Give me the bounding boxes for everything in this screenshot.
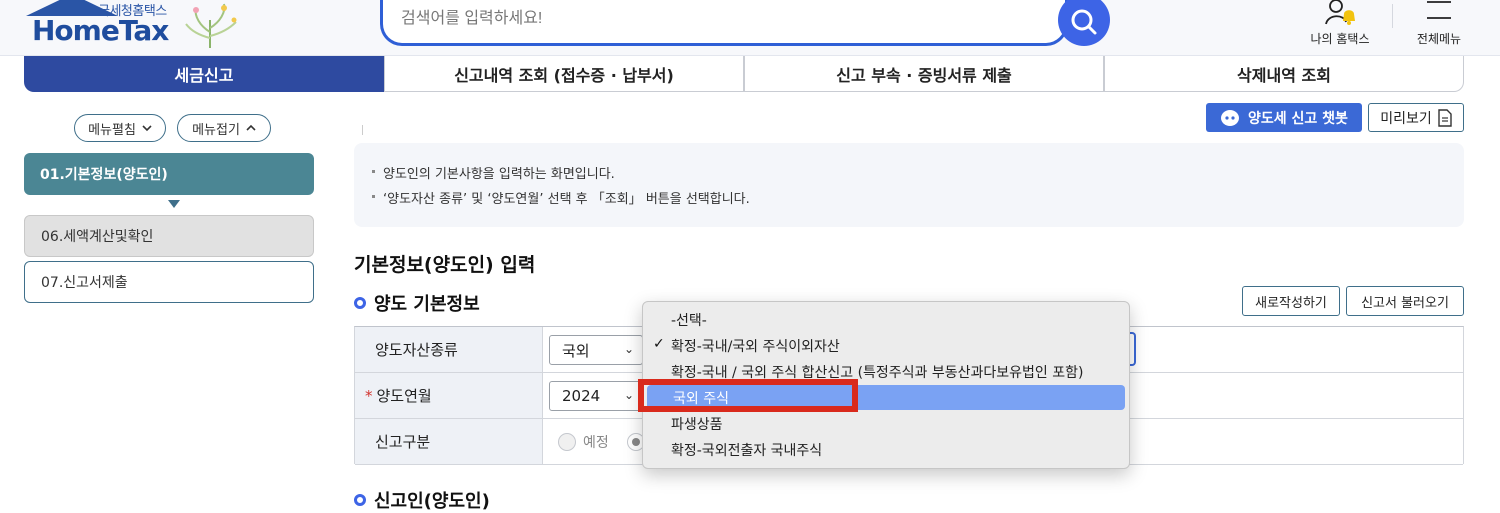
my-hometax-label: 나의 홈택스 — [1310, 32, 1370, 46]
new-write-button[interactable]: 새로작성하기 — [1242, 286, 1340, 316]
chevron-up-icon — [246, 124, 256, 131]
radio-dot — [632, 438, 640, 446]
load-report-button[interactable]: 신고서 불러오기 — [1346, 286, 1464, 316]
all-menu-label: 전체메뉴 — [1416, 32, 1462, 46]
tab-filing-history[interactable]: 신고내역 조회 (접수증 · 납부서) — [384, 56, 744, 92]
preview-button[interactable]: 미리보기 — [1368, 103, 1464, 132]
tab-deleted-history[interactable]: 삭제내역 조회 — [1104, 56, 1464, 92]
preview-label: 미리보기 — [1380, 110, 1432, 127]
bullet-icon — [372, 170, 375, 173]
document-icon — [1438, 108, 1452, 127]
radio-expected-label: 예정 — [583, 435, 609, 451]
my-hometax-button[interactable]: 나의 홈택스 — [1300, 0, 1380, 56]
info-line: ‘양도자산 종류’ 및 ‘양도연월’ 선택 후 「조회」 버튼을 선택합니다. — [372, 188, 750, 207]
subsection-basic-info: 양도 기본정보 — [354, 290, 480, 316]
transfer-month-text: 양도연월 — [376, 387, 432, 405]
asset-type-label: 양도자산종류 — [355, 327, 543, 372]
chevron-down-icon: ⌄ — [623, 388, 634, 402]
dropdown-option[interactable]: -선택- — [645, 307, 1129, 332]
subsection-label: 신고인(양도인) — [374, 491, 490, 512]
dropdown-option[interactable]: ✓ 확정-국내/국외 주식이외자산 — [645, 333, 1129, 358]
logo-title: HomeTax — [32, 14, 169, 47]
menu-collapse-button[interactable]: 메뉴접기 — [177, 114, 271, 142]
section-title: 기본정보(양도인) 입력 — [354, 254, 536, 276]
header-divider — [1392, 4, 1393, 28]
year-select[interactable]: 2024 ⌄ — [549, 381, 643, 411]
user-bell-icon — [1325, 0, 1355, 25]
step-down-arrow-icon — [168, 200, 180, 208]
chatbot-label: 양도세 신고 챗봇 — [1248, 110, 1348, 127]
main-tabs: 세금신고 신고내역 조회 (접수증 · 납부서) 신고 부속 · 증빙서류 제출… — [24, 56, 1464, 92]
dropdown-option[interactable]: 파생상품 — [645, 411, 1129, 436]
dropdown-option[interactable]: 확정-국외전출자 국내주식 — [645, 437, 1129, 462]
report-type-label: 신고구분 — [355, 419, 543, 464]
hometax-logo[interactable]: 국세청홈택스 HomeTax — [22, 0, 242, 50]
all-menu-button[interactable]: 전체메뉴 — [1408, 0, 1470, 56]
select-value: 2024 — [562, 387, 601, 405]
hamburger-icon — [1427, 1, 1451, 19]
bullet-ring-icon — [354, 494, 366, 506]
info-line: 양도인의 기본사항을 입력하는 화면입니다. — [372, 163, 615, 182]
transfer-month-label: * 양도연월 — [355, 373, 543, 418]
sidebar-step-label: 06.세액계산및확인 — [41, 229, 154, 245]
menu-expand-button[interactable]: 메뉴펼침 — [74, 114, 166, 142]
sidebar-step-basic-info[interactable]: 01.기본정보(양도인) — [24, 153, 314, 195]
chevron-down-icon: ⌄ — [623, 342, 634, 356]
search-input[interactable] — [401, 4, 1041, 34]
search-bar — [380, 0, 1068, 46]
menu-expand-label: 메뉴펼침 — [88, 122, 136, 138]
info-text: 양도인의 기본사항을 입력하는 화면입니다. — [383, 167, 615, 182]
divider — [362, 125, 363, 135]
menu-collapse-label: 메뉴접기 — [192, 122, 240, 138]
tab-attachments[interactable]: 신고 부속 · 증빙서류 제출 — [744, 56, 1104, 92]
info-box: 양도인의 기본사항을 입력하는 화면입니다. ‘양도자산 종류’ 및 ‘양도연월… — [354, 143, 1464, 227]
annotation-highlight-box — [638, 379, 858, 412]
subsection-reporter: 신고인(양도인) — [354, 487, 490, 513]
asset-location-select[interactable]: 국외 ⌄ — [549, 335, 643, 365]
sidebar-step-label: 01.기본정보(양도인) — [40, 167, 168, 183]
radio-expected[interactable] — [558, 433, 576, 451]
search-button[interactable] — [1058, 0, 1110, 46]
sidebar-step-label: 07.신고서제출 — [41, 275, 128, 291]
sidebar-step-submit[interactable]: 07.신고서제출 — [24, 261, 314, 303]
required-mark: * — [365, 386, 373, 405]
search-icon — [1071, 9, 1097, 35]
chatbot-button[interactable]: 양도세 신고 챗봇 — [1206, 103, 1362, 132]
sidebar-step-tax-calc[interactable]: 06.세액계산및확인 — [24, 215, 314, 257]
select-value: 국외 — [562, 341, 590, 360]
chatbot-icon — [1221, 109, 1240, 126]
info-text: ‘양도자산 종류’ 및 ‘양도연월’ 선택 후 「조회」 버튼을 선택합니다. — [383, 192, 750, 207]
plant-decoration-icon — [185, 3, 237, 48]
bullet-ring-icon — [354, 297, 366, 309]
chevron-down-icon — [142, 125, 152, 132]
dropdown-option-label: 확정-국내/국외 주식이외자산 — [671, 338, 840, 355]
subsection-label: 양도 기본정보 — [374, 294, 480, 315]
top-header: 국세청홈택스 HomeTax 나의 홈택스 — [0, 0, 1500, 56]
tab-tax-filing[interactable]: 세금신고 — [24, 56, 384, 92]
bullet-icon — [372, 195, 375, 198]
checkmark-icon: ✓ — [653, 336, 665, 352]
